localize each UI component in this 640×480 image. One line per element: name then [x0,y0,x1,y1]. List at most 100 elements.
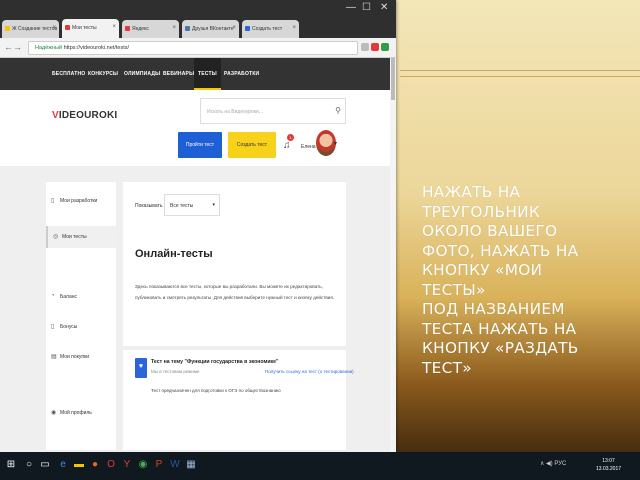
tab-favicon [125,26,130,31]
user-icon: ◉ [51,410,57,416]
test-card: ♥ Тест на тему "Функции государства в эк… [123,350,354,450]
browser-tab[interactable]: Создать тест × [242,20,299,38]
sidebar-item-balance[interactable]: ◔ Баланс [46,286,116,308]
cart-icon: ▤ [51,354,57,360]
doc-icon: ▯ [51,198,55,204]
tab-favicon [5,26,10,31]
browser-tab-active[interactable]: Мои тесты × [62,19,119,38]
back-button[interactable]: ← [4,42,13,52]
clock-date: 13.03.2017 [596,466,622,472]
test-icon: ♥ [135,358,147,378]
sidebar-item-label: Мои покупки [60,354,90,360]
taskview-icon[interactable]: ▭ [38,458,52,472]
close-icon[interactable]: × [232,25,236,31]
chevron-down-icon: ▾ [212,202,215,208]
gift-icon: ▯ [51,324,55,330]
tab-label: Ж Создание тестов [12,26,58,32]
site-header: VIDEOUROKI Искать на Видеоуроки... ⚲ Про… [0,90,390,166]
nav-item[interactable]: БЕСПЛАТНО [52,58,85,90]
sidebar-item-developments[interactable]: ▯ Мои разработки [46,190,116,212]
sidebar-item-my-tests[interactable]: ◎ Мои тесты [46,226,116,248]
chevron-down-icon[interactable]: ▾ [334,140,337,147]
sidebar-item-purchases[interactable]: ▤ Мои покупки [46,346,116,368]
filter-label: Показывать [135,203,163,209]
site-logo[interactable]: VIDEOUROKI [52,110,117,121]
nav-item[interactable]: РАЗРАБОТКИ [224,58,259,90]
url-input[interactable]: Надёжный https://videouroki.net/tests/ [28,41,358,55]
nav-item-active[interactable]: ТЕСТЫ [194,58,221,90]
forward-button[interactable]: → [13,42,22,52]
search-input[interactable]: Искать на Видеоуроки... ⚲ [200,98,346,124]
close-icon[interactable]: × [112,24,116,30]
opera-icon[interactable]: O [104,458,118,472]
filter-value: Все тесты [170,203,194,209]
user-name[interactable]: Елена [301,144,316,150]
browser-tab[interactable]: Друзья ВКонтакте × [182,20,239,38]
sidebar-item-label: Баланс [60,294,78,300]
taskbar: ⊞ ○ ▭ e ▬ ● O Y ◉ P W ▦ ∧ ◀) РУС 13:07 1… [0,452,640,480]
ext-icon[interactable] [381,43,389,51]
coin-icon: ◔ [51,293,55,299]
scrollbar[interactable] [390,58,396,452]
system-tray[interactable]: ∧ ◀) РУС [540,460,566,467]
instruction-line: ФОТО, НАЖАТЬ НА [422,241,579,260]
search-icon[interactable]: ⚲ [335,106,341,115]
tab-label: Создать тест [252,26,283,32]
create-test-button[interactable]: Создать тест [228,132,276,158]
clock[interactable]: 13:07 13.03.2017 [596,457,621,473]
browser-tab[interactable]: Яндекс × [122,20,179,38]
tab-label: Мои тесты [72,25,97,31]
close-window-button[interactable]: ✕ [380,2,388,13]
instruction-line: ТЕСТЫ» [422,280,486,299]
firefox-icon[interactable]: ● [88,458,102,472]
explorer-icon[interactable]: ▬ [72,458,86,472]
tests-main-panel: Показывать Все тесты ▾ Онлайн-тесты Здес… [123,182,346,346]
instruction-line: ТРЕУГОЛЬНИК [422,202,541,221]
secure-label: Надёжный [35,45,63,51]
sidebar-item-profile[interactable]: ◉ Мой профиль [46,402,116,424]
minimize-button[interactable]: — [346,2,356,13]
paint-icon[interactable]: ▦ [184,458,198,472]
maximize-button[interactable]: ☐ [362,2,371,13]
close-icon[interactable]: × [292,25,296,31]
nav-item[interactable]: КОНКУРСЫ [88,58,118,90]
word-icon[interactable]: W [168,458,182,472]
tab-label: Яндекс [132,26,149,32]
account-sidebar: ▯ Мои разработки ◎ Мои тесты ◔ Баланс ▯ … [46,182,116,450]
nav-item[interactable]: ВЕБИНАРЫ [163,58,194,90]
bell-icon[interactable]: ♫ [283,140,291,151]
opera-icon[interactable] [371,43,379,51]
edge-icon[interactable]: e [56,458,70,472]
decor-line [400,76,640,77]
instruction-line: ТЕСТА НАЖАТЬ НА [422,319,577,338]
powerpoint-icon[interactable]: P [152,458,166,472]
scrollbar-thumb[interactable] [391,58,395,100]
avatar[interactable] [316,130,336,156]
close-icon[interactable]: × [52,25,56,31]
logo-accent: V [52,110,59,121]
test-description: Тест предназначен для подготовки к ОГЭ п… [151,388,281,393]
clock-time: 13:07 [602,458,615,464]
browser-tab[interactable]: Ж Создание тестов × [2,20,59,38]
yandex-icon[interactable]: Y [120,458,134,472]
sidebar-item-label: Бонусы [60,324,78,330]
instruction-line: ОКОЛО ВАШЕГО [422,222,558,240]
check-icon: ◎ [53,234,59,240]
sidebar-item-bonuses[interactable]: ▯ Бонусы [46,316,116,338]
search-icon[interactable]: ○ [22,458,36,472]
pass-test-button[interactable]: Пройти тест [178,132,222,158]
site-top-nav: БЕСПЛАТНО КОНКУРСЫ ОЛИМПИАДЫ ВЕБИНАРЫ ТЕ… [0,58,390,90]
filter-select[interactable]: Все тесты ▾ [164,194,220,216]
instruction-line: КНОПКУ «РАЗДАТЬ [422,339,579,357]
windows-icon[interactable]: ⊞ [4,458,18,472]
instruction-line: ПОД НАЗВАНИЕМ [422,300,565,318]
get-link-button[interactable]: Получить ссылку на тест (о тестировании) [265,369,354,374]
chrome-icon[interactable]: ◉ [136,458,150,472]
logo-text: IDEOUROKI [58,110,118,121]
address-bar: ← → Надёжный https://videouroki.net/test… [0,38,396,58]
nav-item[interactable]: ОЛИМПИАДЫ [124,58,160,90]
close-icon[interactable]: × [172,25,176,31]
star-icon[interactable] [361,43,369,51]
search-placeholder: Искать на Видеоуроки... [207,109,263,115]
test-title[interactable]: Тест на тему "Функции государства в экон… [151,359,278,365]
